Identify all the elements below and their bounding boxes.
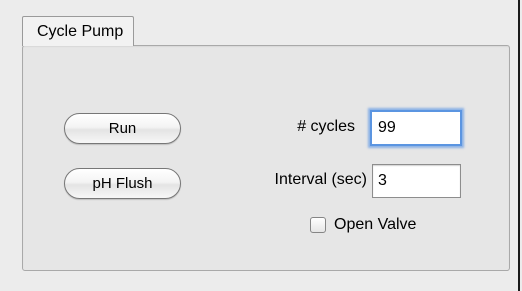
open-valve-option[interactable]: Open Valve (310, 216, 416, 234)
panel-title: Cycle Pump (22, 16, 135, 46)
cycles-label: # cycles (297, 118, 355, 135)
ph-flush-button[interactable]: pH Flush (64, 168, 181, 199)
interval-label: Interval (sec) (274, 171, 367, 188)
run-button[interactable]: Run (64, 113, 181, 144)
interval-input[interactable] (372, 164, 461, 198)
open-valve-checkbox[interactable] (310, 217, 326, 233)
cycles-input[interactable] (370, 110, 462, 146)
open-valve-label: Open Valve (334, 216, 417, 233)
cycle-pump-group (22, 45, 510, 271)
